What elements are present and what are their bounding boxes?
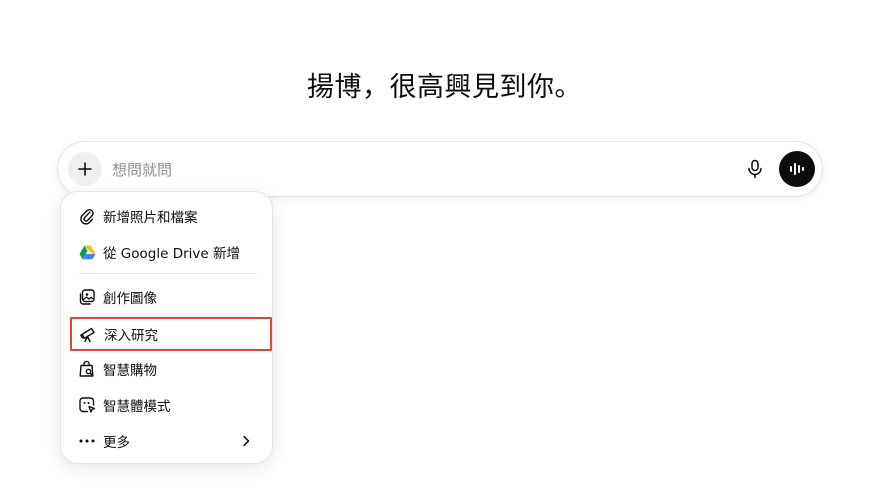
- voice-mode-button[interactable]: [779, 151, 815, 187]
- chevron-right-icon: [240, 435, 252, 447]
- prompt-input[interactable]: [110, 154, 674, 186]
- menu-item-google-drive[interactable]: 從 Google Drive 新增: [71, 236, 264, 268]
- microphone-icon: [748, 159, 762, 179]
- menu-item-label: 從 Google Drive 新增: [103, 246, 240, 262]
- menu-item-smart-shopping[interactable]: 智慧購物: [71, 353, 264, 385]
- menu-item-agent-mode[interactable]: 智慧體模式: [71, 389, 264, 421]
- agent-cursor-icon: [77, 395, 97, 415]
- menu-item-create-image[interactable]: 創作圖像: [71, 281, 264, 313]
- voice-waveform-icon: [790, 163, 804, 175]
- google-drive-icon: [77, 242, 97, 262]
- menu-item-label: 創作圖像: [103, 291, 157, 307]
- telescope-icon: [78, 324, 98, 344]
- menu-item-deep-research[interactable]: 深入研究: [70, 317, 272, 351]
- plus-icon: [78, 162, 92, 176]
- add-attachment-button[interactable]: [68, 152, 102, 186]
- attachment-menu: 新增照片和檔案 從 Google Drive 新增 創作圖像 深入研究 智慧購物…: [60, 191, 273, 464]
- greeting-heading: 揚博，很高興見到你。: [307, 72, 582, 103]
- menu-item-label: 新增照片和檔案: [103, 210, 198, 226]
- menu-item-more[interactable]: 更多: [71, 425, 264, 457]
- menu-item-label: 智慧購物: [103, 363, 157, 379]
- menu-divider: [79, 273, 257, 274]
- prompt-composer: [57, 141, 823, 197]
- more-dots-icon: [77, 431, 97, 451]
- menu-item-add-files[interactable]: 新增照片和檔案: [71, 200, 264, 232]
- menu-item-label: 智慧體模式: [103, 399, 171, 415]
- image-create-icon: [77, 287, 97, 307]
- paperclip-icon: [77, 206, 97, 226]
- menu-item-label: 更多: [103, 435, 130, 451]
- menu-item-label: 深入研究: [104, 328, 158, 344]
- dictate-button[interactable]: [742, 156, 768, 182]
- shopping-bag-icon: [77, 359, 97, 379]
